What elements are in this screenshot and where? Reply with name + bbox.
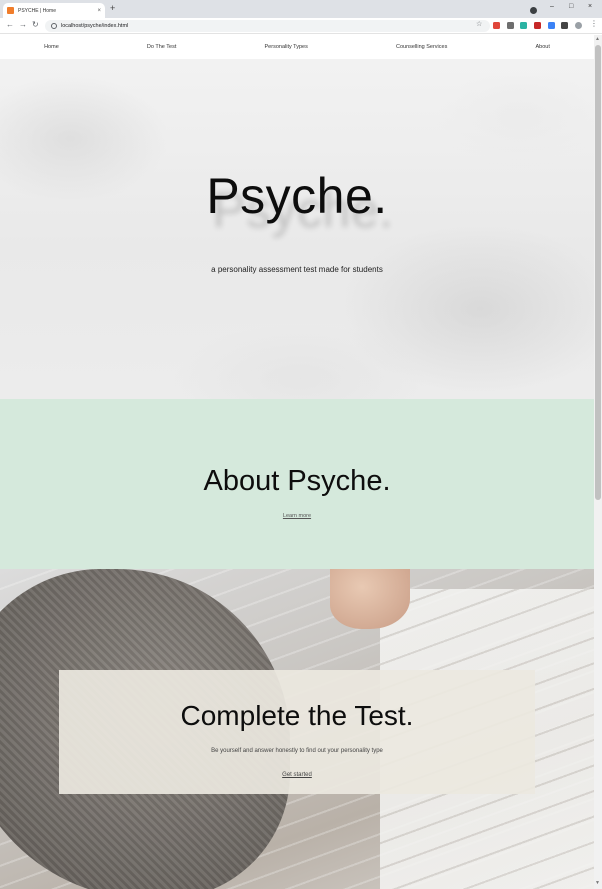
scroll-down-icon[interactable]: ▼: [595, 881, 600, 886]
close-window-button[interactable]: ×: [588, 3, 592, 10]
nav-home[interactable]: Home: [44, 44, 59, 50]
nav-do-the-test[interactable]: Do The Test: [147, 44, 176, 50]
learn-more-link[interactable]: Learn more: [0, 513, 594, 519]
reload-button[interactable]: ↻: [32, 21, 39, 29]
test-section: Complete the Test. Be yourself and answe…: [0, 569, 594, 889]
bookmark-star-icon[interactable]: ☆: [476, 20, 482, 28]
browser-toolbar: ← → ↻ localhost/psyche/index.html ☆ ⋮: [0, 18, 602, 34]
about-title: About Psyche.: [203, 465, 391, 497]
address-bar[interactable]: localhost/psyche/index.html: [45, 20, 490, 32]
browser-tab[interactable]: PSYCHE | Home ×: [3, 3, 105, 18]
tab-title: PSYCHE | Home: [18, 7, 56, 14]
puzzle-extensions-icon[interactable]: [561, 22, 568, 29]
hand-image: [330, 569, 410, 629]
extension-icon[interactable]: [534, 22, 541, 29]
about-section: About Psyche. Learn more: [0, 399, 594, 569]
extension-icon[interactable]: [548, 22, 555, 29]
extension-icon[interactable]: [507, 22, 514, 29]
hero-title: Psyche.: [206, 168, 388, 224]
account-icon[interactable]: [530, 7, 537, 14]
test-card: Complete the Test. Be yourself and answe…: [59, 670, 535, 794]
extension-icon[interactable]: [520, 22, 527, 29]
nav-personality-types[interactable]: Personality Types: [265, 44, 308, 50]
nav-counselling-services[interactable]: Counselling Services: [396, 44, 447, 50]
tab-close-icon[interactable]: ×: [97, 8, 101, 14]
hero-subtitle: a personality assessment test made for s…: [211, 265, 383, 274]
url-text: localhost/psyche/index.html: [61, 23, 129, 29]
scroll-up-icon[interactable]: ▲: [595, 37, 600, 42]
scroll-thumb[interactable]: [595, 45, 601, 500]
profile-avatar-icon[interactable]: [575, 22, 582, 29]
minimize-button[interactable]: –: [550, 3, 554, 10]
test-title: Complete the Test.: [180, 700, 414, 731]
test-subtitle: Be yourself and answer honestly to find …: [211, 748, 383, 754]
back-button[interactable]: ←: [6, 21, 14, 29]
browser-menu-icon[interactable]: ⋮: [590, 20, 598, 28]
site-navigation: Home Do The Test Personality Types Couns…: [0, 35, 594, 59]
nav-about[interactable]: About: [536, 44, 550, 50]
maximize-button[interactable]: □: [569, 3, 573, 10]
forward-button[interactable]: →: [19, 21, 27, 29]
new-tab-button[interactable]: +: [110, 4, 115, 13]
extension-icon[interactable]: [493, 22, 500, 29]
get-started-link[interactable]: Get started: [59, 772, 535, 778]
favicon-icon: [7, 7, 14, 14]
site-info-icon[interactable]: [51, 23, 57, 29]
page-scrollbar[interactable]: ▲ ▼: [594, 35, 602, 889]
browser-tab-bar: PSYCHE | Home × + – □ ×: [0, 0, 602, 18]
hero-section: Psyche. a personality assessment test ma…: [0, 59, 594, 399]
